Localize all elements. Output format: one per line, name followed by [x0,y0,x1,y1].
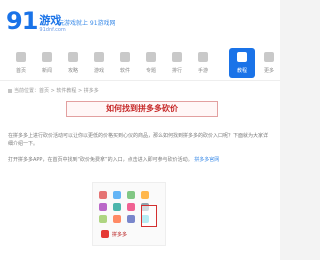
screenshot-footer: 拼多多 [101,229,127,239]
nav-icon [68,52,78,62]
home-icon [8,88,12,93]
breadcrumb-text: 当前位置：首页 > 软件教程 > 拼多多 [14,88,99,94]
nav-icon [42,52,52,62]
article-paragraph-2: 打开拼多多APP，在首页中找到“砍价免费拿”的入口，点击进入即可参与砍价活动。 … [8,156,272,164]
article-link[interactable]: 拼多多官网 [194,157,219,163]
app-grid-icon [127,191,135,199]
app-grid-icon [99,191,107,199]
nav-item[interactable]: 专题 [138,48,164,78]
app-grid-icon [99,215,107,223]
nav-item[interactable]: 教程 [229,48,255,78]
logo-number: 91 [6,7,38,35]
app-grid-icon [127,215,135,223]
nav-label: 手游 [197,68,208,74]
nav-label: 教程 [236,68,247,74]
highlight-box [141,205,157,227]
logo-subtext: 91dnf.com [39,27,66,33]
article-title: 如何找到拼多多砍价 [106,104,178,113]
app-grid-icon [99,203,107,211]
nav-item[interactable]: 首页 [8,48,34,78]
nav-label: 更多 [263,68,274,74]
nav-item[interactable]: 软件 [112,48,138,78]
nav-label: 排行 [171,68,182,74]
screenshot-footer-text: 拼多多 [112,231,128,238]
nav-label: 游戏 [93,68,104,74]
site-logo[interactable]: 91 游戏 91dnf.com [6,9,66,33]
nav-icon [120,52,130,62]
article-title-box: 如何找到拼多多砍价 [66,101,218,117]
nav-icon [172,52,182,62]
nav-icon [94,52,104,62]
app-grid-icon [113,191,121,199]
nav-icon [237,52,247,62]
nav-item[interactable]: 排行 [164,48,190,78]
article-screenshot: 拼多多 [92,182,166,246]
breadcrumb[interactable]: 当前位置：首页 > 软件教程 > 拼多多 [8,87,99,94]
nav-item[interactable]: 手游 [190,48,216,78]
main-nav: 首页 新闻 攻略 游戏 软件 专题 排行 手游 教程 更多 [0,44,280,81]
nav-item[interactable]: 游戏 [86,48,112,78]
nav-item[interactable]: 攻略 [60,48,86,78]
nav-label: 软件 [119,68,130,74]
app-grid-icon [141,191,149,199]
nav-icon [264,52,274,62]
site-tagline: 玩游戏就上 91游戏网 [58,20,116,27]
nav-label: 首页 [15,68,26,74]
article-paragraph-2-text: 打开拼多多APP，在首页中找到“砍价免费拿”的入口，点击进入即可参与砍价活动。 [8,157,193,163]
nav-icon [16,52,26,62]
app-icon [101,230,109,238]
app-grid-icon [113,215,121,223]
page: 91 游戏 91dnf.com 玩游戏就上 91游戏网 首页 新闻 攻略 游戏 软件 专题… [0,0,280,260]
nav-item[interactable]: 更多 [256,48,282,78]
article-paragraph-1: 在拼多多上进行砍价活动可以让你以更低的价格买到心仪的商品，那么如何找到拼多多的砍… [8,133,269,147]
site-header: 91 游戏 91dnf.com 玩游戏就上 91游戏网 [0,0,280,42]
app-grid-icon [113,203,121,211]
nav-icon [146,52,156,62]
nav-item[interactable]: 新闻 [34,48,60,78]
nav-label: 攻略 [67,68,78,74]
nav-label: 新闻 [41,68,52,74]
app-grid-icon [127,203,135,211]
nav-icon [198,52,208,62]
nav-label: 专题 [145,68,156,74]
